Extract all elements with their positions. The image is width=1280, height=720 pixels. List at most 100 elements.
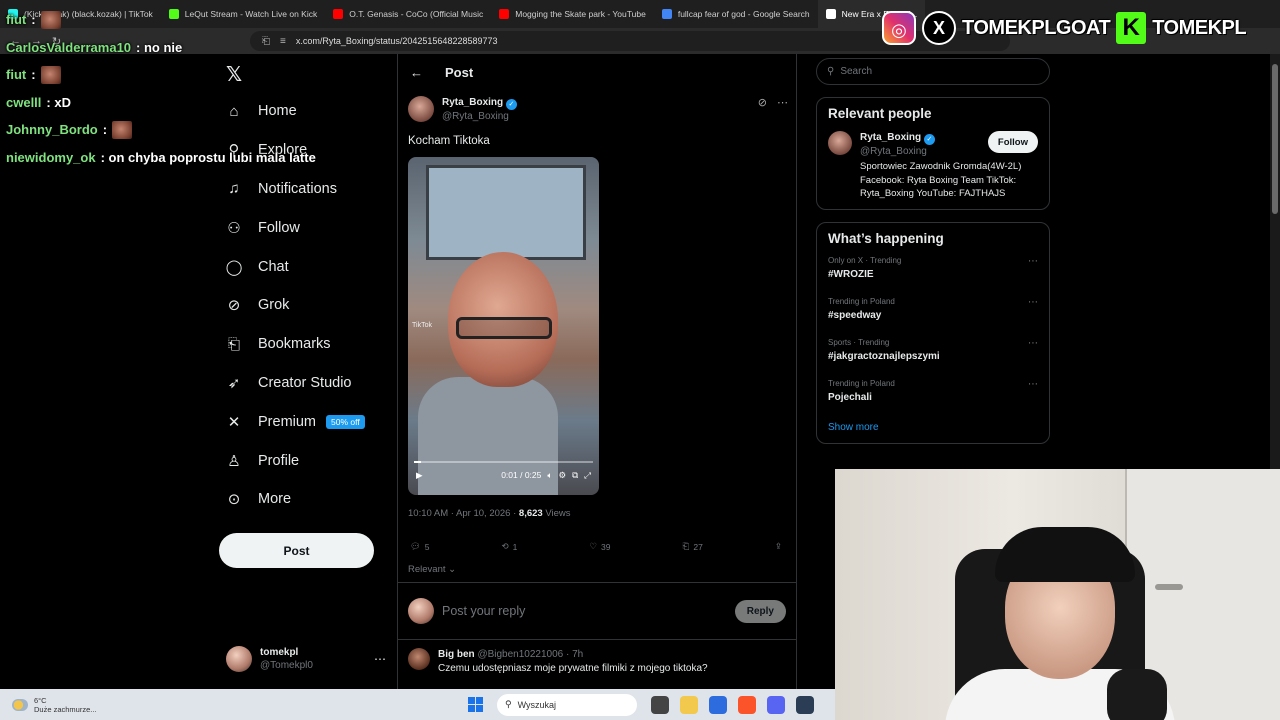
video-progress-bar[interactable]: [414, 461, 593, 463]
reply-action[interactable]: 💬︎ 5: [410, 541, 430, 552]
weather-widget[interactable]: 6°C Duże zachmurze...: [0, 696, 300, 714]
follow-button[interactable]: Follow: [987, 131, 1038, 153]
more-icon[interactable]: ⋯: [1028, 338, 1038, 379]
grok-icon[interactable]: ⊘: [758, 96, 767, 123]
search-input[interactable]: ⚲ Search: [816, 58, 1050, 85]
person-name[interactable]: Ryta_Boxing: [860, 132, 921, 143]
page-title: Post: [445, 64, 474, 80]
social-handles-banner: ◎ X TOMEKPLGOAT K TOMEKPL: [882, 8, 1272, 48]
right-column: ⚲ Search Relevant people Ryta_Boxing ✓ @R…: [816, 54, 1050, 444]
store-icon[interactable]: [709, 695, 727, 714]
repost-action[interactable]: ⟲ 1: [502, 541, 518, 552]
person-names: Ryta_Boxing ✓ @Ryta_Boxing: [860, 131, 935, 158]
browser-tab[interactable]: fullcap fear of god - Google Search: [654, 0, 818, 28]
windows-taskbar: 6°C Duże zachmurze... ⚲ Wyszukaj: [0, 689, 835, 720]
bookmark-action[interactable]: ⎗ 27: [683, 541, 703, 552]
more-icon[interactable]: ⋯: [1028, 256, 1038, 297]
pip-icon[interactable]: ⧉: [572, 470, 578, 481]
sidebar-item-follow[interactable]: ⚇ Follow: [224, 208, 384, 247]
video-player[interactable]: TikTok ▶ 0:01 / 0:25 🔈︎ ⚙ ⧉ ⤢: [408, 157, 599, 495]
like-action[interactable]: ♡ 39: [589, 541, 610, 552]
more-circle-icon: ⊙: [227, 491, 241, 509]
show-more-link[interactable]: Show more: [828, 422, 1038, 433]
sidebar-item-profile[interactable]: ♙ Profile: [224, 441, 384, 480]
avatar[interactable]: [828, 131, 852, 155]
person-handle[interactable]: @Ryta_Boxing: [860, 145, 935, 158]
sidebar-item-bookmarks[interactable]: ⎗ Bookmarks: [224, 325, 384, 364]
play-icon[interactable]: ▶: [416, 470, 423, 481]
kick-handle: TOMEKPL: [1152, 16, 1247, 39]
post-timestamp[interactable]: 10:10 AM · Apr 10, 2026 ·: [408, 508, 519, 519]
premium-discount-badge: 50% off: [326, 414, 365, 429]
account-handle: @Tomekpl0: [260, 660, 313, 671]
reply-input[interactable]: Post your reply: [442, 604, 525, 618]
chat-message: cwelll: xD: [6, 94, 71, 110]
reply-button[interactable]: Reply: [734, 599, 786, 623]
fullscreen-icon[interactable]: ⤢: [584, 470, 591, 481]
sidebar-item-grok[interactable]: ⊘ Grok: [224, 286, 384, 325]
emote-icon: [112, 120, 133, 139]
person-icon: ♙: [227, 452, 241, 470]
chat-message: Johnny_Bordo:: [6, 116, 366, 144]
avatar: [226, 646, 252, 672]
share-icon[interactable]: ⇪: [775, 541, 782, 552]
back-arrow-icon[interactable]: ←: [410, 65, 423, 80]
weather-icon: [12, 698, 28, 711]
chat-message: fiut:: [6, 6, 366, 34]
sidebar-item-more[interactable]: ⊙ More: [224, 480, 384, 519]
author-handle[interactable]: @Ryta_Boxing: [442, 110, 517, 123]
youtube-icon: [499, 9, 510, 19]
sidebar-item-notifications[interactable]: ♫ Notifications: [224, 170, 384, 209]
whats-happening-card: What’s happening Only on X · Trending #WR…: [816, 221, 1050, 444]
volume-icon[interactable]: 🔈︎: [547, 470, 552, 481]
account-switcher[interactable]: tomekpl @Tomekpl0 ⋯: [226, 644, 386, 674]
trend-item[interactable]: Trending in Poland Pojechali ⋯: [828, 379, 1038, 420]
x-icon: X: [922, 11, 956, 45]
browser-tab[interactable]: Mogging the Skate park - YouTube: [491, 0, 654, 28]
author-name[interactable]: Ryta_Boxing: [442, 97, 503, 108]
card-title: What’s happening: [828, 230, 944, 246]
emote-icon: [40, 10, 61, 29]
brave-icon[interactable]: [738, 695, 756, 714]
webcam-microphone: [1107, 669, 1167, 720]
comment-text: Czemu udostępniasz moje prywatne filmiki…: [438, 663, 708, 674]
post-text: Kocham Tiktoka: [408, 135, 490, 147]
account-name: tomekpl: [260, 647, 299, 658]
more-icon[interactable]: ⋯: [374, 652, 386, 666]
scrollbar-thumb[interactable]: [1272, 64, 1278, 214]
add-user-icon: ⚇: [227, 219, 241, 237]
avatar: [408, 598, 434, 624]
avatar[interactable]: [408, 96, 434, 122]
more-icon[interactable]: ⋯: [777, 96, 788, 123]
sidebar-item-premium[interactable]: ✕ Premium 50% off: [224, 402, 384, 441]
sidebar-item-creator-studio[interactable]: ➶ Creator Studio: [224, 364, 384, 403]
comment-author[interactable]: Big ben: [438, 649, 475, 660]
grok-icon: ⊘: [227, 297, 241, 315]
more-icon[interactable]: ⋯: [1028, 297, 1038, 338]
discord-icon[interactable]: [767, 695, 785, 714]
post-button[interactable]: Post: [219, 533, 374, 568]
reply-composer: Post your reply Reply: [398, 582, 796, 640]
sidebar-item-chat[interactable]: ◯ Chat: [224, 247, 384, 286]
author-names: Ryta_Boxing ✓ @Ryta_Boxing: [442, 96, 517, 123]
avatar[interactable]: [408, 648, 430, 670]
windows-start-icon[interactable]: [468, 697, 483, 712]
video-frame: [426, 165, 586, 260]
video-frame: [456, 317, 552, 339]
taskbar-search[interactable]: ⚲ Wyszukaj: [497, 693, 637, 716]
reply-sort[interactable]: Relevant ⌄: [408, 564, 456, 575]
post-header: ← Post: [398, 54, 796, 90]
comment-handle[interactable]: @Bigben10221006 · 7h: [477, 649, 583, 660]
file-explorer-icon[interactable]: [680, 695, 698, 714]
trend-item[interactable]: Only on X · Trending #WROZIE ⋯: [828, 256, 1038, 297]
trend-item[interactable]: Sports · Trending #jakgractoznajlepszymi ⋯: [828, 338, 1038, 379]
trend-item[interactable]: Trending in Poland #speedway ⋯: [828, 297, 1038, 338]
webcam-overlay: [835, 469, 1280, 720]
video-progress-fill: [414, 461, 422, 463]
settings-icon[interactable]: ⚙: [558, 470, 566, 481]
verified-badge-icon: ✓: [505, 99, 517, 110]
steam-icon[interactable]: [796, 695, 814, 714]
task-view-icon[interactable]: [651, 695, 669, 714]
more-icon[interactable]: ⋯: [1028, 379, 1038, 420]
bookmark-icon: ⎗: [682, 541, 690, 551]
